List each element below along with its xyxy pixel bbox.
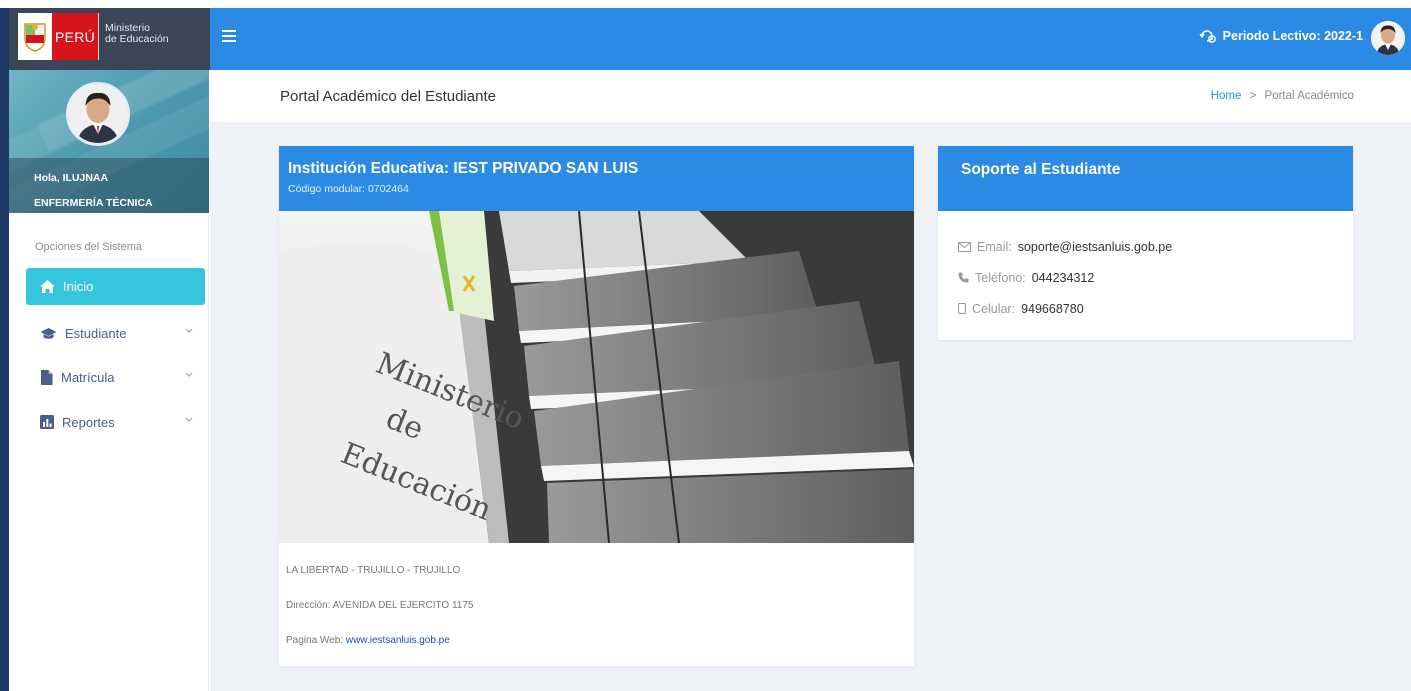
- institution-card: Institución Educativa: IEST PRIVADO SAN …: [279, 146, 914, 666]
- bar-chart-icon: [40, 415, 54, 429]
- support-email: Email: soporte@iestsanluis.gob.pe: [958, 231, 1353, 262]
- breadcrumb: Home > Portal Académico: [1211, 90, 1354, 102]
- phone-icon: [958, 272, 969, 283]
- peru-coat-of-arms-icon: [18, 13, 52, 60]
- user-greeting: Hola, ILUJNAA: [34, 172, 109, 184]
- breadcrumb-separator: >: [1249, 90, 1257, 102]
- institution-title: Institución Educativa: IEST PRIVADO SAN …: [288, 160, 639, 177]
- support-title: Soporte al Estudiante: [938, 146, 1353, 211]
- institution-card-header: Institución Educativa: IEST PRIVADO SAN …: [279, 146, 914, 211]
- institution-details: LA LIBERTAD - TRUJILLO - TRUJILLO Direcc…: [279, 543, 914, 646]
- sidebar-item-matricula[interactable]: Matrícula: [26, 362, 205, 392]
- ministry-line-2: de Educación: [105, 33, 169, 45]
- cell-label: Celular:: [972, 301, 1016, 316]
- peru-label: PERÚ: [52, 13, 98, 60]
- user-avatar-top[interactable]: [1371, 21, 1405, 55]
- ministry-name: Ministerio de Educación: [98, 13, 210, 60]
- periodo-lectivo[interactable]: Periodo Lectivo: 2022-1: [1199, 28, 1363, 44]
- support-details: Email: soporte@iestsanluis.gob.pe Teléfo…: [938, 211, 1353, 324]
- chevron-down-icon: [185, 328, 193, 333]
- sidebar: Hola, ILUJNAA ENFERMERÍA TÉCNICA Opcione…: [9, 70, 209, 691]
- graduation-cap-icon: [40, 327, 57, 339]
- cell-value: 949668780: [1021, 301, 1084, 316]
- phone-label: Teléfono:: [975, 270, 1026, 285]
- institution-web: Pagina Web: www.iestsanluis.gob.pe: [286, 635, 914, 646]
- support-phone: Teléfono: 044234312: [958, 262, 1353, 293]
- home-icon: [40, 280, 55, 293]
- user-program: ENFERMERÍA TÉCNICA: [34, 197, 153, 209]
- main-content: Portal Académico del Estudiante Home > P…: [210, 70, 1411, 691]
- sidebar-section-title: Opciones del Sistema: [35, 241, 142, 253]
- sidebar-item-reportes[interactable]: Reportes: [26, 407, 205, 437]
- sidebar-item-inicio[interactable]: Inicio: [26, 268, 205, 305]
- email-value[interactable]: soporte@iestsanluis.gob.pe: [1018, 240, 1172, 254]
- chevron-down-icon: [185, 372, 193, 377]
- sidebar-item-label: Estudiante: [65, 325, 127, 341]
- sidebar-item-label: Reportes: [62, 414, 115, 430]
- ministry-building-image: Ministerio de Educación: [279, 211, 914, 543]
- institution-location: LA LIBERTAD - TRUJILLO - TRUJILLO: [286, 565, 461, 576]
- institution-web-link[interactable]: www.iestsanluis.gob.pe: [346, 635, 450, 646]
- window-edge: [0, 8, 9, 691]
- web-label: Pagina Web:: [286, 635, 344, 646]
- user-info: Hola, ILUJNAA ENFERMERÍA TÉCNICA: [9, 158, 209, 213]
- breadcrumb-home-link[interactable]: Home: [1211, 90, 1242, 102]
- sidebar-item-label: Matrícula: [61, 369, 115, 385]
- page-title: Portal Académico del Estudiante: [280, 88, 496, 105]
- chevron-down-icon: [185, 417, 193, 422]
- sidebar-item-estudiante[interactable]: Estudiante: [26, 318, 205, 348]
- menu-toggle-icon[interactable]: [222, 30, 236, 42]
- ministry-logo[interactable]: PERÚ Ministerio de Educación: [18, 13, 210, 60]
- user-panel: Hola, ILUJNAA ENFERMERÍA TÉCNICA: [9, 70, 209, 213]
- user-avatar[interactable]: [66, 82, 130, 146]
- support-cell: Celular: 949668780: [958, 293, 1353, 324]
- envelope-icon: [958, 241, 971, 252]
- periodo-label: Periodo Lectivo: 2022-1: [1222, 29, 1363, 43]
- breadcrumb-current: Portal Académico: [1264, 90, 1355, 102]
- phone-value: 044234312: [1031, 270, 1095, 285]
- institution-code: Código modular: 0702464: [288, 183, 409, 195]
- calendar-refresh-icon: [1199, 30, 1216, 43]
- email-label: Email:: [977, 239, 1012, 254]
- app-window: PERÚ Ministerio de Educación Periodo Lec…: [0, 0, 1411, 691]
- institution-address: Dirección: AVENIDA DEL EJERCITO 1175: [286, 600, 474, 611]
- sidebar-item-label: Inicio: [63, 279, 94, 294]
- support-card: Soporte al Estudiante Email: soporte@ies…: [938, 146, 1353, 340]
- page-header: Portal Académico del Estudiante Home > P…: [210, 70, 1411, 122]
- file-icon: [41, 369, 53, 385]
- mobile-phone-icon: [958, 303, 966, 314]
